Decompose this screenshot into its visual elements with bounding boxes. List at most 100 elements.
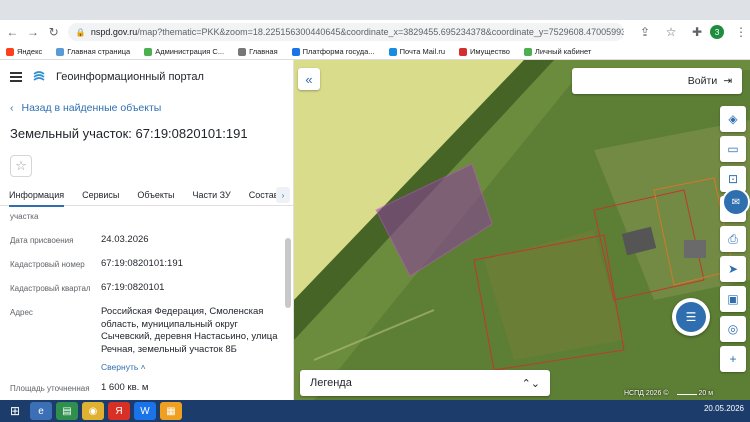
hamburger-menu-icon[interactable] <box>10 72 22 82</box>
login-label: Войти <box>687 75 718 87</box>
panel-header: Геоинформационный портал <box>0 60 293 94</box>
info-row-partial: участка <box>10 212 280 221</box>
portal-title: Геоинформационный портал <box>56 71 204 83</box>
info-label: Кадастровый номер <box>10 260 85 269</box>
info-label: Площадь уточненная <box>10 384 90 393</box>
info-value: 67:19:0820101:191 <box>101 258 183 269</box>
collapse-panel-button[interactable]: « <box>298 68 320 90</box>
bookmark-favicon <box>56 47 65 56</box>
login-icon: ⇥ <box>723 75 732 87</box>
bookmark-item[interactable]: Главная страница <box>56 47 130 56</box>
bookmark-favicon <box>291 47 300 56</box>
legend-dropdown[interactable]: Легенда ⌃⌄ <box>300 370 550 396</box>
forward-arrow-icon[interactable]: → <box>25 23 42 41</box>
back-link-label: Назад в найденные объекты <box>21 102 162 114</box>
chat-icon: ☰ <box>676 302 706 332</box>
bookmark-item[interactable]: Главная <box>238 47 278 56</box>
attribution-text: НСПД 2026 © <box>624 390 669 397</box>
tab-info[interactable]: Информация <box>0 184 73 207</box>
tab-parts[interactable]: Части ЗУ <box>184 184 240 206</box>
geolocation-icon[interactable]: ◎ <box>720 316 746 342</box>
taskbar-app-icon[interactable]: ▦ <box>160 402 182 420</box>
bookmarks-bar: Яндекс Главная страница Администрация С.… <box>0 44 750 60</box>
favorite-star-icon[interactable]: ☆ <box>10 155 32 177</box>
bookmark-favicon <box>6 47 14 56</box>
bookmark-item[interactable]: Почта Mail.ru <box>388 47 445 56</box>
taskbar-app-icon[interactable]: ▤ <box>56 402 78 420</box>
map-view[interactable]: « Войти ⇥ ◈ ▭ ⊡ ⌕ ⎙ ➤ ▣ ◎ + ✉ ☰ Легенда … <box>294 60 750 400</box>
object-info-panel: Геоинформационный портал ‹ Назад в найде… <box>0 60 294 400</box>
parcel-title: Земельный участок: 67:19:0820101:191 <box>10 126 248 141</box>
info-row: Кадастровый номер 67:19:0820101:191 <box>10 258 280 269</box>
chevron-left-icon: ‹ <box>10 102 14 114</box>
bookmark-item[interactable]: Платформа госуда... <box>291 47 375 56</box>
info-row: Кадастровый квартал 67:19:0820101 <box>10 282 280 293</box>
info-card-icon[interactable]: ▣ <box>720 286 746 312</box>
info-label: Кадастровый квартал <box>10 284 91 293</box>
menu-kebab-icon[interactable]: ⋮ <box>732 23 750 41</box>
info-label: участка <box>10 212 39 221</box>
reload-icon[interactable]: ↻ <box>45 23 62 41</box>
satellite-imagery <box>294 60 750 400</box>
taskbar-app-icon[interactable]: ◉ <box>82 402 104 420</box>
tab-objects[interactable]: Объекты <box>128 184 183 206</box>
bookmark-favicon <box>523 47 532 56</box>
bookmark-item[interactable]: Имущество <box>459 47 510 56</box>
panel-tabs: Информация Сервисы Объекты Части ЗУ Сост… <box>0 184 294 207</box>
chevron-updown-icon: ⌃⌄ <box>521 377 540 390</box>
taskbar-app-icon[interactable]: W <box>134 402 156 420</box>
taskbar-app-icon[interactable]: e <box>30 402 52 420</box>
lock-icon: 🔒 <box>75 27 86 37</box>
extensions-icon[interactable]: ✚ <box>688 23 706 41</box>
bookmark-star-icon[interactable]: ☆ <box>662 23 680 41</box>
taskbar-date: 20.05.2026 <box>703 404 744 413</box>
info-row: Адрес Российская Федерация, Смоленская о… <box>10 306 280 355</box>
print-icon[interactable]: ⎙ <box>720 226 746 252</box>
url-host: nspd.gov.ru <box>90 27 138 37</box>
portal-logo-icon <box>33 71 45 81</box>
browser-tab-strip <box>0 0 750 20</box>
url-path: /map?thematic=PKK&zoom=18.22515630044064… <box>137 27 624 37</box>
locate-icon[interactable]: ➤ <box>720 256 746 282</box>
bookmark-item[interactable]: Личный кабинет <box>523 47 591 56</box>
info-value: 24.03.2026 <box>101 234 149 245</box>
tabs-scroll-right-icon[interactable]: › <box>276 187 290 203</box>
back-to-results-link[interactable]: ‹ Назад в найденные объекты <box>10 102 161 114</box>
browser-toolbar: ← → ↻ 🔒 nspd.gov.ru /map?thematic=PKK&zo… <box>0 20 750 44</box>
taskbar-app-icon[interactable]: Я <box>108 402 130 420</box>
zoom-in-icon[interactable]: + <box>720 346 746 372</box>
chevron-up-icon: ˄ <box>140 362 146 372</box>
info-value: 1 600 кв. м <box>101 382 149 393</box>
scrollbar-thumb[interactable] <box>285 238 291 308</box>
bookmark-item[interactable]: Яндекс <box>6 47 42 56</box>
address-bar[interactable]: 🔒 nspd.gov.ru /map?thematic=PKK&zoom=18.… <box>67 23 624 41</box>
back-arrow-icon[interactable]: ← <box>4 23 21 41</box>
profile-avatar[interactable]: З <box>709 25 724 39</box>
info-value-address: Российская Федерация, Смоленская область… <box>101 306 278 355</box>
legend-label: Легенда <box>310 377 352 389</box>
map-attribution: НСПД 2026 © 20 м <box>624 390 713 397</box>
bookmark-favicon <box>459 47 467 56</box>
info-value: 67:19:0820101 <box>101 282 165 293</box>
info-scrollbar[interactable] <box>285 208 291 398</box>
info-list: участка Дата присвоения 24.03.2026 Кадас… <box>0 206 284 400</box>
chat-button[interactable]: ☰ <box>672 298 710 336</box>
layers-icon[interactable]: ◈ <box>720 106 746 132</box>
windows-start-icon[interactable]: ⊞ <box>4 402 26 420</box>
scale-bar: 20 м <box>676 390 713 397</box>
ruler-icon[interactable]: ▭ <box>720 136 746 162</box>
info-row: Дата присвоения 24.03.2026 <box>10 234 280 245</box>
map-tools: ◈ ▭ ⊡ ⌕ ⎙ ➤ ▣ ◎ + <box>720 106 746 372</box>
tab-services[interactable]: Сервисы <box>73 184 128 206</box>
info-row: Площадь уточненная 1 600 кв. м <box>10 382 280 393</box>
info-label: Дата присвоения <box>10 236 74 245</box>
bookmark-favicon <box>388 47 397 56</box>
info-label: Адрес <box>10 308 33 317</box>
bookmark-item[interactable]: Администрация С... <box>144 47 224 56</box>
login-button[interactable]: Войти ⇥ <box>572 68 742 94</box>
collapse-link[interactable]: Свернуть ˄ <box>101 362 146 372</box>
share-icon[interactable]: ⇪ <box>636 23 654 41</box>
bookmark-favicon <box>238 47 247 56</box>
support-chat-icon[interactable]: ✉ <box>722 188 750 216</box>
os-taskbar: ⊞ e ▤ ◉ Я W ▦ 20.05.2026 <box>0 400 750 422</box>
